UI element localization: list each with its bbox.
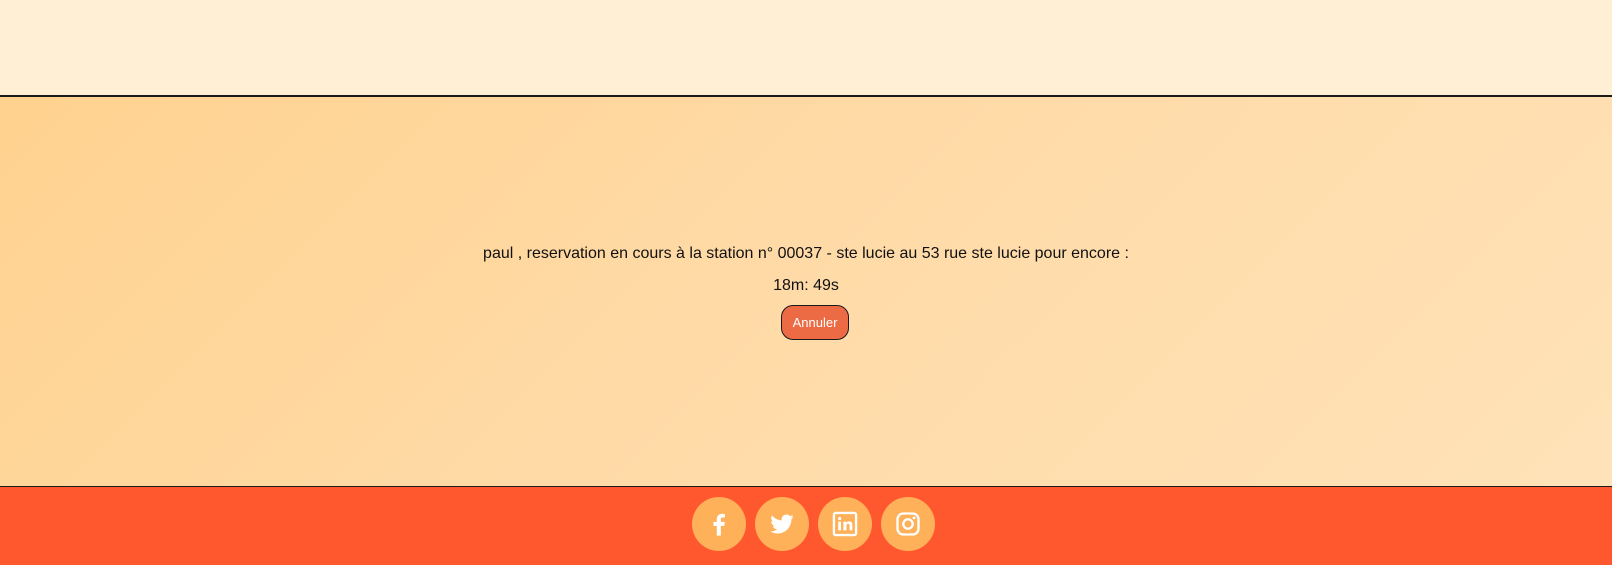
countdown-timer: 18m: 49s <box>773 277 839 294</box>
instagram-icon <box>894 510 922 538</box>
cancel-button[interactable]: Annuler <box>781 305 849 340</box>
facebook-icon <box>705 510 733 538</box>
reservation-message: paul , reservation en cours à la station… <box>483 245 1129 262</box>
facebook-link[interactable] <box>692 497 746 551</box>
instagram-link[interactable] <box>881 497 935 551</box>
footer <box>0 487 1612 565</box>
linkedin-link[interactable] <box>818 497 872 551</box>
linkedin-icon <box>831 510 859 538</box>
twitter-icon <box>768 510 796 538</box>
twitter-link[interactable] <box>755 497 809 551</box>
header-band <box>0 0 1612 97</box>
social-links <box>692 497 935 551</box>
reservation-section: paul , reservation en cours à la station… <box>0 97 1612 487</box>
